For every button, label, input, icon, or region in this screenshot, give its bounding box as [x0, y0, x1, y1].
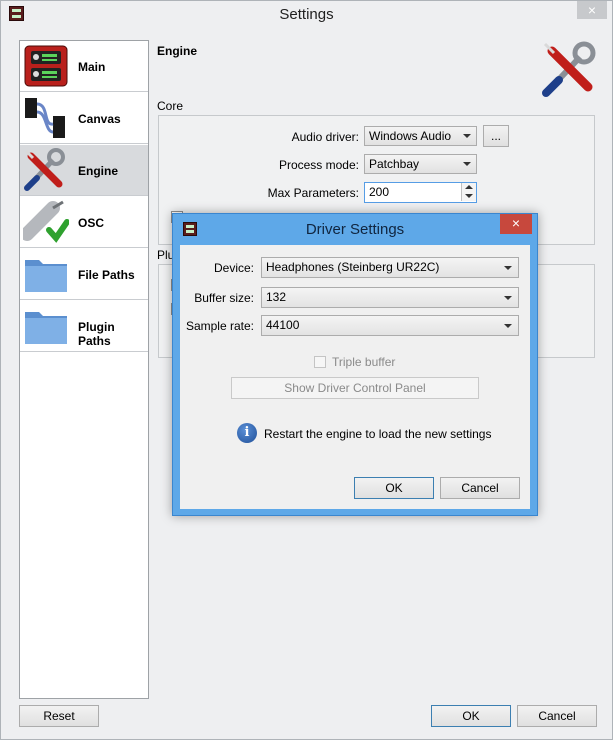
- max-parameters-label: Max Parameters:: [267, 186, 359, 200]
- sidebar-item-osc[interactable]: OSC: [20, 197, 148, 248]
- osc-plug-check-icon: [23, 200, 69, 243]
- sidebar: Main Canvas Engine OSC File Paths Plugin…: [19, 40, 149, 699]
- max-parameters-value: 200: [369, 185, 390, 199]
- dialog-cancel-button[interactable]: Cancel: [440, 477, 520, 499]
- window-close-button[interactable]: ×: [577, 1, 607, 19]
- chevron-down-icon: [504, 324, 512, 328]
- audio-driver-select[interactable]: Windows Audio: [364, 126, 477, 146]
- info-icon: i: [237, 423, 257, 443]
- sidebar-item-main[interactable]: Main: [20, 41, 148, 92]
- sidebar-item-label: OSC: [78, 216, 105, 230]
- sidebar-item-canvas[interactable]: Canvas: [20, 93, 148, 144]
- process-mode-label: Process mode:: [278, 158, 359, 172]
- sidebar-item-label: Canvas: [78, 112, 121, 126]
- page-title: Engine: [157, 44, 198, 58]
- dialog-close-button[interactable]: ×: [500, 214, 532, 234]
- audio-driver-label: Audio driver:: [291, 130, 359, 144]
- triple-buffer-checkbox[interactable]: [314, 356, 326, 368]
- engine-tools-icon: [24, 148, 65, 191]
- sidebar-item-label: Engine: [78, 164, 119, 178]
- chevron-down-icon: [463, 134, 471, 138]
- buffer-size-select[interactable]: 132: [261, 287, 519, 308]
- ok-button[interactable]: OK: [431, 705, 511, 727]
- process-mode-select[interactable]: Patchbay: [364, 154, 477, 174]
- show-driver-control-panel-button[interactable]: Show Driver Control Panel: [231, 377, 479, 399]
- sidebar-item-engine[interactable]: Engine: [20, 145, 148, 196]
- spin-down-icon[interactable]: [461, 192, 476, 201]
- sidebar-item-label: Plugin Paths: [78, 320, 115, 348]
- main-rack-icon: [24, 45, 68, 87]
- engine-tools-icon: [542, 41, 596, 97]
- sample-rate-select[interactable]: 44100: [261, 315, 519, 336]
- chevron-down-icon: [463, 162, 471, 166]
- cancel-button[interactable]: Cancel: [517, 705, 597, 727]
- sample-rate-value: 44100: [266, 318, 300, 332]
- title-bar: Settings ×: [1, 1, 612, 29]
- driver-settings-dialog: Driver Settings × Device: Headphones (St…: [172, 213, 538, 516]
- sidebar-item-label: Main: [78, 60, 106, 74]
- device-label: Device:: [213, 261, 254, 275]
- device-select[interactable]: Headphones (Steinberg UR22C): [261, 257, 519, 278]
- folder-icon: [25, 312, 67, 344]
- window-title: Settings: [279, 6, 334, 23]
- canvas-patch-icon: [25, 98, 65, 138]
- max-parameters-spinbox[interactable]: 200: [364, 182, 477, 203]
- sample-rate-label: Sample rate:: [185, 319, 254, 333]
- driver-settings-button[interactable]: ...: [483, 125, 509, 147]
- buffer-size-label: Buffer size:: [194, 291, 254, 305]
- dialog-ok-button[interactable]: OK: [354, 477, 434, 499]
- reset-button[interactable]: Reset: [19, 705, 99, 727]
- device-value: Headphones (Steinberg UR22C): [266, 260, 440, 274]
- buffer-size-value: 132: [266, 290, 287, 304]
- sidebar-item-label: File Paths: [78, 268, 135, 282]
- restart-notice: Restart the engine to load the new setti…: [264, 427, 492, 441]
- process-mode-value: Patchbay: [369, 157, 420, 171]
- folder-icon: [25, 260, 67, 292]
- audio-driver-value: Windows Audio: [369, 129, 452, 143]
- sidebar-item-plugin-paths[interactable]: Plugin Paths: [20, 301, 148, 352]
- spin-up-icon[interactable]: [461, 183, 476, 192]
- core-group-title: Core: [157, 99, 184, 113]
- sidebar-item-file-paths[interactable]: File Paths: [20, 249, 148, 300]
- triple-buffer-label: Triple buffer: [332, 355, 396, 369]
- chevron-down-icon: [504, 296, 512, 300]
- dialog-body: Device: Headphones (Steinberg UR22C) Buf…: [180, 245, 530, 509]
- chevron-down-icon: [504, 266, 512, 270]
- dialog-title: Driver Settings: [305, 221, 405, 238]
